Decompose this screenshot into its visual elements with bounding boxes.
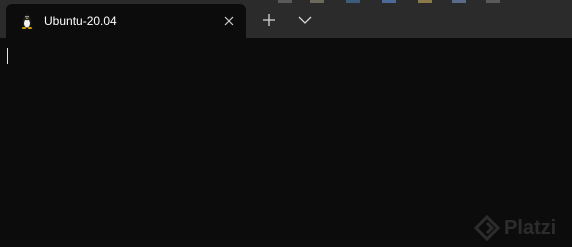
chevron-down-icon[interactable]: [294, 11, 316, 29]
tab-title: Ubuntu-20.04: [44, 14, 117, 28]
tab-ubuntu[interactable]: Ubuntu-20.04: [6, 4, 246, 38]
tab-bar: Ubuntu-20.04: [0, 0, 572, 38]
watermark-text: Platzi: [504, 217, 557, 239]
top-strip: [0, 0, 572, 3]
terminal-window: Ubuntu-20.04 Platzi: [0, 0, 572, 247]
close-icon[interactable]: [220, 12, 238, 30]
platzi-logo-icon: [474, 215, 500, 241]
linux-tux-icon: [21, 14, 33, 29]
plus-icon[interactable]: [259, 10, 279, 30]
platzi-watermark: Platzi: [470, 211, 570, 245]
text-cursor: [7, 48, 8, 64]
